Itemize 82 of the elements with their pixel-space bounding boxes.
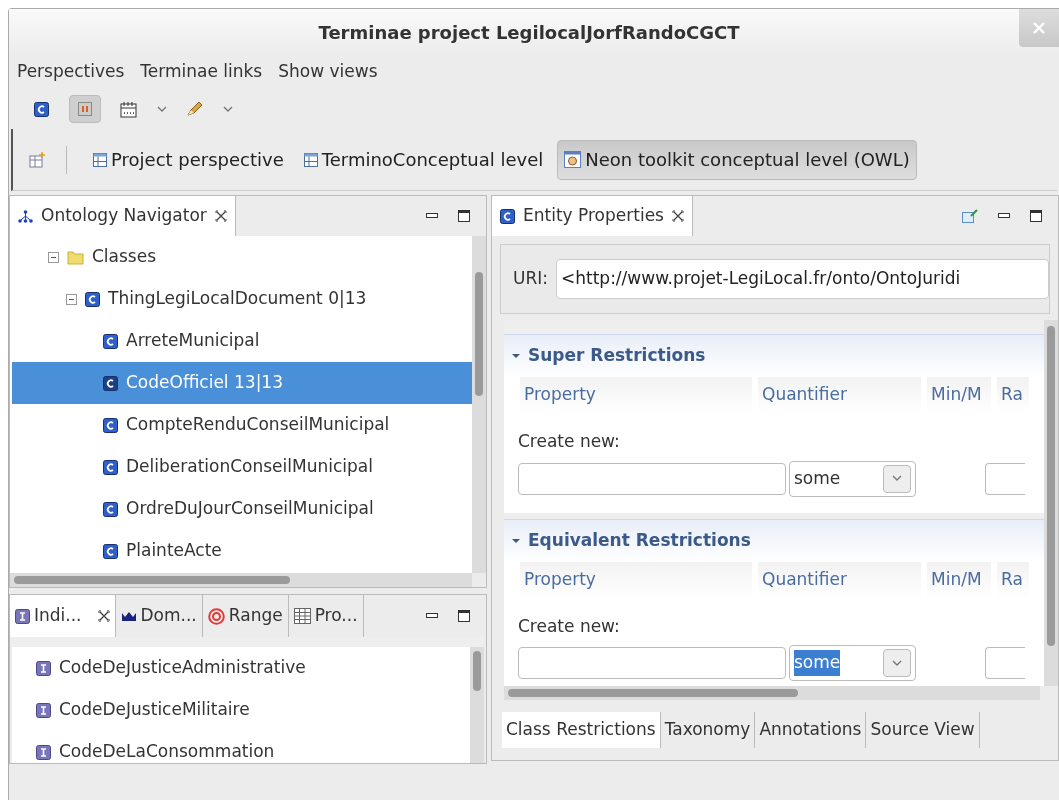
table-icon [93,152,107,167]
tree-item[interactable]: OrdreDuJourConseilMunicipal [12,488,472,530]
individual-icon [36,660,51,676]
collapse-icon[interactable] [66,293,77,305]
tree-item[interactable]: PlainteActe [12,530,472,572]
class-icon [103,501,118,517]
table-icon [303,152,318,167]
create-new-label: Create new: [517,430,621,453]
tree-item[interactable]: CompteRenduConseilMunicipal [12,404,472,446]
window-title: Terminae project LegilocalJorfRandoCGCT [317,20,741,45]
minimize-icon[interactable] [998,213,1010,219]
expanded-triangle-icon [512,536,520,545]
hierarchy-icon [18,209,33,223]
calendar-icon [120,100,138,118]
expanded-triangle-icon [512,352,520,360]
individual-icon [36,702,51,718]
individual-icon [36,744,51,760]
perspective-tab[interactable]: Neon toolkit conceptual level (OWL) [557,139,917,180]
individual-icon [15,608,30,624]
close-icon[interactable] [214,210,227,222]
class-icon [500,208,515,224]
dropdown-caret-icon[interactable] [157,105,167,113]
folder-icon [67,249,84,265]
pen-icon [185,100,205,118]
vertical-scrollbar[interactable] [1044,320,1058,686]
target-icon [207,607,225,625]
view-tab[interactable]: Indi... [10,595,116,637]
list-item[interactable]: CodeDeLaConsommation [12,731,470,763]
editor-tab[interactable]: Taxonomy [660,712,756,748]
editor-tab[interactable]: Source View [866,712,980,748]
range-input[interactable] [985,647,1025,679]
list-item[interactable]: CodeDeJusticeMilitaire [12,689,470,731]
perspective-tab[interactable]: TerminoConceptual level [297,139,550,180]
uri-field[interactable]: <http://www.projet-LegiLocal.fr/onto/OntoJuridi [556,259,1049,299]
property-input[interactable] [518,647,786,679]
tree-item[interactable]: ArreteMunicipal [12,320,472,362]
tree-item[interactable]: DeliberationConseilMunicipal [12,446,472,488]
menu-item[interactable]: Perspectives [17,59,125,85]
perspective-tab[interactable]: Project perspective [87,139,290,180]
smiley-window-icon [564,151,582,168]
close-icon [1033,22,1045,34]
quantifier-combo[interactable]: some [789,645,916,681]
maximize-icon[interactable] [1030,210,1042,222]
close-icon[interactable] [97,610,110,622]
tree-item[interactable]: ThingLegiLocalDocument 0|13 [12,278,472,320]
horizontal-scrollbar[interactable] [504,686,1040,700]
view-tab[interactable]: Ontology Navigator [10,196,236,236]
maximize-icon[interactable] [458,210,470,222]
dropdown-caret-icon[interactable] [223,105,233,113]
collapse-icon[interactable] [48,251,59,263]
create-new-label: Create new: [517,614,621,638]
class-icon [103,375,118,391]
menu-item[interactable]: Show views [278,59,378,85]
editor-tab[interactable]: Annotations [755,712,867,748]
horizontal-scrollbar[interactable] [10,573,472,587]
maximize-icon[interactable] [458,610,470,622]
close-icon[interactable] [671,210,684,222]
minimize-icon[interactable] [426,213,438,219]
tree-item[interactable]: Classes [12,236,472,278]
class-icon [103,459,118,475]
range-input[interactable] [985,462,1025,495]
class-icon [103,333,118,349]
quantifier-combo[interactable]: some [789,460,916,497]
class-icon [33,101,49,117]
property-input[interactable] [518,462,786,495]
class-icon [103,543,118,559]
menu-item[interactable]: Terminae links [140,59,263,85]
grid-icon [293,608,311,624]
open-perspective-icon[interactable] [29,151,46,168]
dropdown-caret-icon[interactable] [892,659,902,667]
list-item[interactable]: CodeDeJusticeAdministrative [12,647,470,689]
class-icon [85,291,100,307]
crown-icon [120,610,137,622]
minimize-icon[interactable] [426,613,438,619]
uri-label: URI: [513,267,548,291]
vertical-scrollbar[interactable] [472,236,486,573]
view-tab[interactable]: Entity Properties [492,196,693,236]
vertical-scrollbar[interactable] [470,647,484,763]
class-icon [103,417,118,433]
editor-tab[interactable]: Class Restrictions [502,712,661,748]
dropdown-caret-icon[interactable] [892,475,902,482]
pin-icon[interactable] [962,209,978,223]
